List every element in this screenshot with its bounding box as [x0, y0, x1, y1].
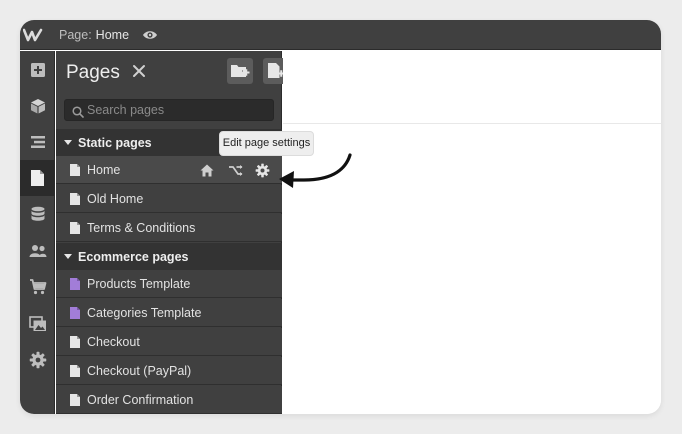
- page-name: Home: [87, 163, 121, 177]
- ecommerce-pages-section-header[interactable]: Ecommerce pages: [56, 243, 282, 270]
- page-name: Checkout: [87, 335, 140, 349]
- page-name: Checkout (PayPal): [87, 364, 192, 378]
- page-icon: [70, 365, 80, 377]
- navigator-icon: [30, 136, 45, 148]
- new-folder-button[interactable]: [227, 58, 253, 84]
- page-row-home[interactable]: Home: [56, 156, 282, 184]
- panel-title: Pages: [66, 62, 120, 83]
- designer-window: Page: Home Pages Search pages Static pag…: [20, 20, 661, 414]
- page-icon: [70, 193, 80, 205]
- users-icon: [29, 245, 46, 257]
- home-icon[interactable]: [198, 161, 216, 179]
- cms-icon: [31, 206, 44, 221]
- page-row-categories-template[interactable]: Categories Template: [56, 299, 282, 327]
- page-name: Categories Template: [87, 306, 202, 320]
- settings-icon: [29, 351, 46, 369]
- template-page-icon: [70, 307, 80, 319]
- page-icon: [70, 222, 80, 234]
- add-icon: [30, 63, 45, 77]
- page-row-old-home[interactable]: Old Home: [56, 185, 282, 213]
- navigator-button[interactable]: [20, 124, 55, 160]
- components-button[interactable]: [20, 88, 55, 124]
- page-row-order-confirmation[interactable]: Order Confirmation: [56, 386, 282, 414]
- gear-icon[interactable]: [253, 161, 271, 179]
- ecommerce-button[interactable]: [20, 269, 55, 305]
- left-toolbar: [20, 51, 55, 414]
- caret-down-icon: [64, 254, 72, 259]
- page-icon: [70, 394, 80, 406]
- annotation-arrow-icon: [279, 153, 352, 188]
- page-row-checkout-paypal[interactable]: Checkout (PayPal): [56, 357, 282, 385]
- new-folder-icon: [231, 65, 250, 77]
- design-canvas[interactable]: [283, 51, 661, 414]
- close-icon[interactable]: [132, 64, 146, 78]
- page-row-checkout[interactable]: Checkout: [56, 328, 282, 356]
- page-name: Old Home: [87, 192, 144, 206]
- page-name: Products Template: [87, 277, 191, 291]
- pages-panel: Pages Static pages Home: [56, 51, 289, 414]
- assets-button[interactable]: [20, 306, 55, 342]
- eye-icon[interactable]: [142, 27, 158, 43]
- caret-down-icon: [64, 140, 72, 145]
- page-icon: [70, 164, 80, 176]
- search-icon: [72, 105, 84, 118]
- page-prefix: Page:: [59, 28, 92, 42]
- template-page-icon: [70, 278, 80, 290]
- settings-button[interactable]: [20, 342, 55, 378]
- cms-button[interactable]: [20, 196, 55, 232]
- search-box: [64, 99, 274, 121]
- page-row-terms[interactable]: Terms & Conditions: [56, 214, 282, 242]
- canvas-divider: [283, 123, 661, 124]
- page-icon: [70, 336, 80, 348]
- search-input[interactable]: [87, 101, 267, 119]
- pages-button[interactable]: [20, 160, 55, 196]
- cart-icon: [29, 279, 46, 295]
- assets-icon: [28, 316, 46, 331]
- webflow-logo-icon[interactable]: [20, 20, 48, 50]
- current-page-name: Home: [95, 28, 130, 42]
- page-name: Terms & Conditions: [87, 221, 196, 235]
- current-page-indicator[interactable]: Page: Home: [59, 28, 129, 42]
- branch-icon[interactable]: [227, 161, 245, 179]
- page-row-products-template[interactable]: Products Template: [56, 270, 282, 298]
- pages-icon: [31, 170, 44, 186]
- cube-icon: [30, 99, 45, 114]
- add-panel-button[interactable]: [20, 52, 55, 88]
- section-label: Static pages: [78, 136, 152, 150]
- users-button[interactable]: [20, 233, 55, 269]
- page-name: Order Confirmation: [87, 393, 194, 407]
- top-bar: Page: Home: [20, 20, 661, 50]
- section-label: Ecommerce pages: [78, 250, 189, 264]
